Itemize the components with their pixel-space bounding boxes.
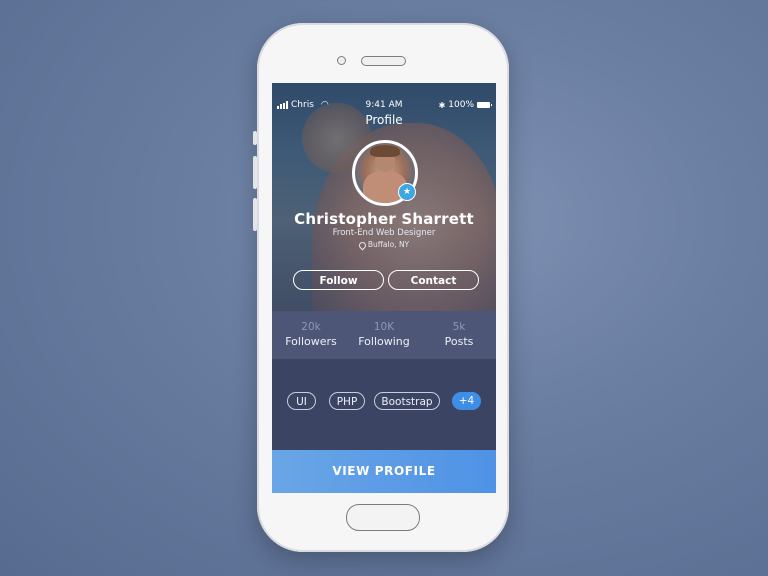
mute-switch xyxy=(253,131,257,145)
phone-screen: Chris ◠ 9:41 AM ✱ 100% Profile ★ Christo… xyxy=(272,83,496,493)
stat-label: Posts xyxy=(444,335,474,348)
stat-posts[interactable]: 5k Posts xyxy=(422,321,496,349)
skill-tags: UI PHP Bootstrap +4 xyxy=(272,392,496,412)
location-pin-icon xyxy=(357,240,368,250)
status-bar: Chris ◠ 9:41 AM ✱ 100% xyxy=(272,100,496,114)
tag-ui[interactable]: UI xyxy=(287,392,316,410)
profile-role: Front-End Web Designer xyxy=(332,228,436,238)
follow-button[interactable]: Follow xyxy=(293,270,384,290)
star-icon: ★ xyxy=(398,183,416,201)
page-title: Profile xyxy=(365,113,403,127)
battery-percent: 100% xyxy=(448,100,474,110)
stat-following[interactable]: 10K Following xyxy=(347,321,421,349)
contact-button[interactable]: Contact xyxy=(388,270,479,290)
volume-up-button xyxy=(253,156,257,189)
earpiece-speaker xyxy=(361,56,406,66)
stat-value: 10K xyxy=(373,321,395,333)
stats-bar: 20k Followers 10K Following 5k Posts xyxy=(272,311,496,359)
stat-value: 5k xyxy=(452,321,466,333)
home-button[interactable] xyxy=(346,504,420,531)
volume-down-button xyxy=(253,198,257,231)
battery-icon xyxy=(477,102,492,108)
view-profile-button[interactable]: VIEW PROFILE xyxy=(272,450,496,493)
profile-name: Christopher Sharrett xyxy=(294,210,474,228)
avatar-hair xyxy=(370,145,400,157)
front-camera xyxy=(337,56,346,65)
bluetooth-icon: ✱ xyxy=(438,100,446,110)
stat-label: Following xyxy=(358,335,410,348)
stat-followers[interactable]: 20k Followers xyxy=(274,321,348,349)
stat-label: Followers xyxy=(285,335,337,348)
tag-php[interactable]: PHP xyxy=(329,392,365,410)
profile-location: Buffalo, NY xyxy=(272,240,496,250)
location-text: Buffalo, NY xyxy=(367,240,410,249)
profile-cover-photo: Chris ◠ 9:41 AM ✱ 100% Profile ★ Christo… xyxy=(272,83,496,311)
tag-more-button[interactable]: +4 xyxy=(452,392,481,410)
status-right: ✱ 100% xyxy=(438,100,492,110)
tag-bootstrap[interactable]: Bootstrap xyxy=(374,392,440,410)
stat-value: 20k xyxy=(301,321,321,333)
